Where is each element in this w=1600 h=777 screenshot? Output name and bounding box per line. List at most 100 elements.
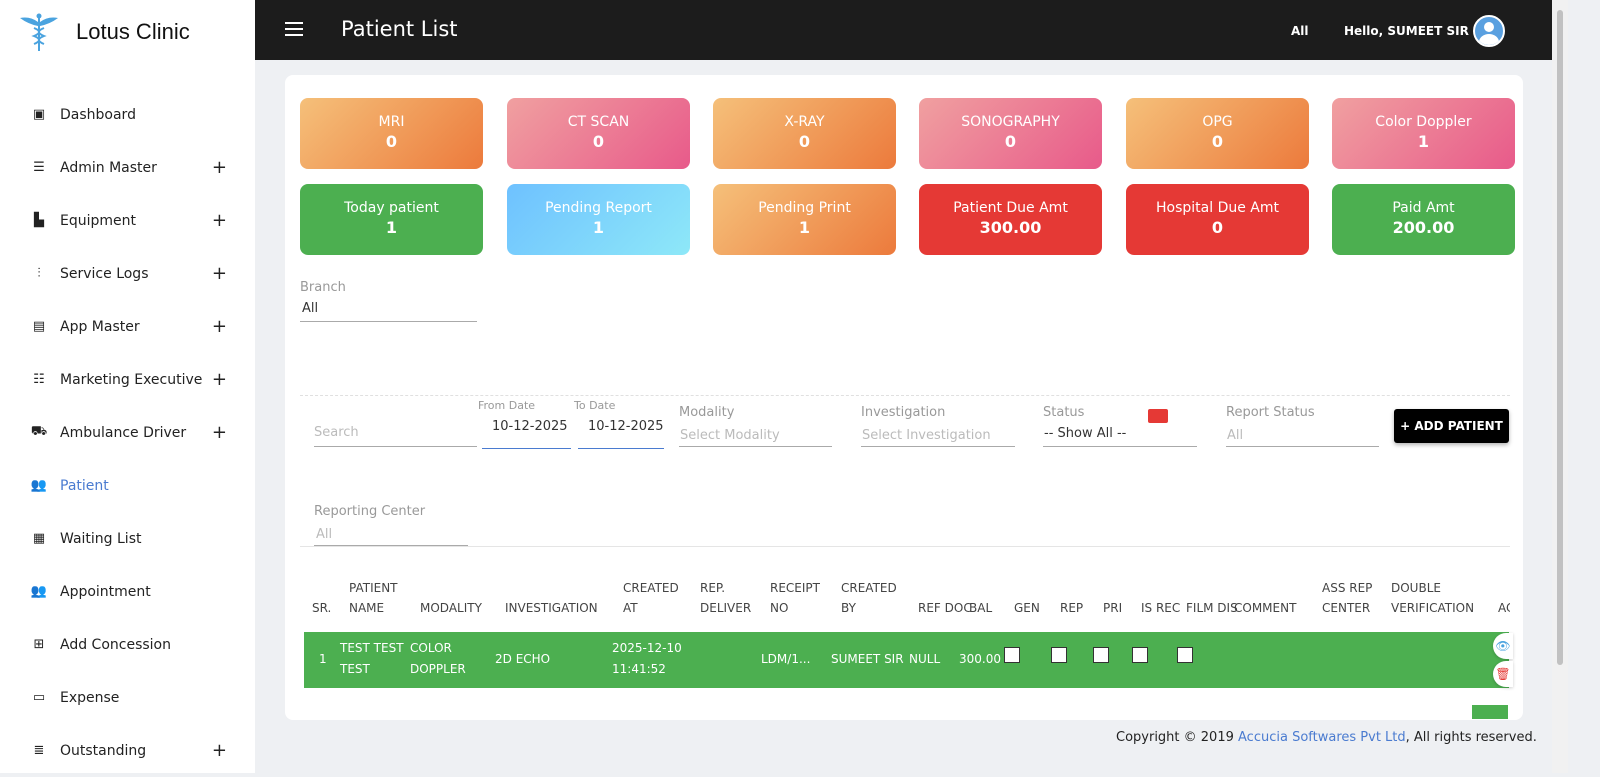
stat-value: 0 bbox=[1211, 218, 1224, 237]
branch-select[interactable]: All bbox=[300, 298, 477, 322]
sidebar-item-dashboard[interactable]: ▣ Dashboard bbox=[0, 88, 255, 141]
view-icon[interactable]: 👁 bbox=[1493, 633, 1513, 659]
stat-value: 200.00 bbox=[1392, 218, 1455, 237]
sidebar-item-expense[interactable]: ▭ Expense bbox=[0, 671, 255, 724]
rep-checkbox[interactable] bbox=[1051, 647, 1067, 663]
sidebar-item-patient[interactable]: 👥 Patient bbox=[0, 459, 255, 512]
column-header[interactable]: REP. DELIVER bbox=[700, 578, 762, 618]
ambulance-icon: ⛟ bbox=[30, 424, 48, 439]
stat-card-today-patient[interactable]: Today patient 1 bbox=[300, 184, 483, 255]
cell-modality: COLOR DOPPLER bbox=[410, 641, 466, 676]
sidebar-item-label: App Master bbox=[60, 318, 140, 335]
sidebar-item-equipment[interactable]: ▙ Equipment + bbox=[0, 194, 255, 247]
sidebar-item-outstanding[interactable]: ≣ Outstanding + bbox=[0, 724, 255, 777]
investigation-placeholder: Select Investigation bbox=[862, 428, 991, 443]
search-input[interactable]: Search bbox=[314, 422, 477, 447]
stat-card-opg[interactable]: OPG 0 bbox=[1126, 98, 1309, 169]
column-header[interactable]: REP bbox=[1060, 598, 1083, 618]
expand-icon[interactable]: + bbox=[212, 157, 227, 178]
calendar-icon: ▣ bbox=[32, 107, 46, 122]
column-header[interactable]: PATIENT NAME bbox=[349, 578, 411, 618]
stat-card-paid-amt[interactable]: Paid Amt 200.00 bbox=[1332, 184, 1515, 255]
column-header[interactable]: DOUBLE VERIFICATION bbox=[1391, 578, 1491, 618]
report-status-placeholder: All bbox=[1227, 428, 1244, 443]
column-header[interactable]: SR. bbox=[312, 598, 331, 618]
stat-label: Today patient bbox=[344, 200, 439, 216]
tasks-icon: ☷ bbox=[33, 372, 45, 387]
pri-checkbox[interactable] bbox=[1093, 647, 1109, 663]
stat-card-ct-scan[interactable]: CT SCAN 0 bbox=[507, 98, 690, 169]
company-link[interactable]: Accucia Softwares Pvt Ltd bbox=[1238, 730, 1406, 745]
stat-card-pending-report[interactable]: Pending Report 1 bbox=[507, 184, 690, 255]
status-label: Status bbox=[1043, 405, 1085, 420]
expand-icon[interactable]: + bbox=[212, 422, 227, 443]
list-icon: ☰ bbox=[33, 160, 45, 175]
column-header[interactable]: INVESTIGATION bbox=[505, 598, 598, 618]
user-avatar[interactable] bbox=[1473, 15, 1505, 47]
main-card bbox=[285, 75, 1523, 720]
column-header[interactable]: CREATED AT bbox=[623, 578, 685, 618]
column-header[interactable]: BAL bbox=[969, 598, 992, 618]
cell-sr: 1 bbox=[319, 652, 327, 666]
server-icon: ≣ bbox=[33, 743, 45, 758]
expand-icon[interactable]: + bbox=[212, 369, 227, 390]
sidebar-item-appointment[interactable]: 👥 Appointment bbox=[0, 565, 255, 618]
branch-selector[interactable]: All bbox=[1291, 24, 1309, 38]
to-date-input[interactable]: 10-12-2025 bbox=[578, 416, 664, 449]
sidebar-item-app-master[interactable]: ▤ App Master + bbox=[0, 300, 255, 353]
stat-value: 1 bbox=[385, 218, 398, 237]
from-date-input[interactable]: 10-12-2025 bbox=[482, 416, 571, 449]
status-value: -- Show All -- bbox=[1044, 426, 1127, 441]
is-rec-checkbox[interactable] bbox=[1132, 647, 1148, 663]
scrollbar[interactable] bbox=[1552, 0, 1568, 773]
stat-card-patient-due-amt[interactable]: Patient Due Amt 300.00 bbox=[919, 184, 1102, 255]
sidebar-item-waiting-list[interactable]: ▦ Waiting List bbox=[0, 512, 255, 565]
expand-icon[interactable]: + bbox=[212, 740, 227, 761]
stat-value: 1 bbox=[1417, 132, 1430, 151]
column-header[interactable]: RECEIPT NO bbox=[770, 578, 832, 618]
sidebar-item-marketing-executive[interactable]: ☷ Marketing Executive + bbox=[0, 353, 255, 406]
pagination-button[interactable] bbox=[1472, 705, 1508, 719]
modality-select[interactable]: Select Modality bbox=[679, 426, 832, 447]
menu-toggle-icon[interactable] bbox=[285, 22, 303, 36]
reporting-center-select[interactable]: All bbox=[314, 525, 468, 546]
sidebar-item-service-logs[interactable]: ⫶ Service Logs + bbox=[0, 247, 255, 300]
column-header[interactable]: COMMENT bbox=[1234, 598, 1296, 618]
column-header[interactable]: AC bbox=[1498, 598, 1510, 618]
logo[interactable]: Lotus Clinic bbox=[18, 12, 190, 52]
sidebar-item-ambulance-driver[interactable]: ⛟ Ambulance Driver + bbox=[0, 406, 255, 459]
column-header[interactable]: CREATED BY bbox=[841, 578, 903, 618]
column-header[interactable]: MODALITY bbox=[420, 598, 482, 618]
caduceus-icon bbox=[20, 13, 58, 51]
footer: Copyright © 2019 Accucia Softwares Pvt L… bbox=[1116, 730, 1537, 745]
stat-card-x-ray[interactable]: X-RAY 0 bbox=[713, 98, 896, 169]
stat-card-mri[interactable]: MRI 0 bbox=[300, 98, 483, 169]
cell-created-at: 2025-12-10 11:41:52 bbox=[612, 641, 682, 676]
stat-card-pending-print[interactable]: Pending Print 1 bbox=[713, 184, 896, 255]
column-header[interactable]: GEN bbox=[1014, 598, 1040, 618]
column-header[interactable]: ASS REP CENTER bbox=[1322, 578, 1384, 618]
add-patient-button[interactable]: + ADD PATIENT bbox=[1394, 409, 1509, 443]
users-icon: 👥 bbox=[30, 584, 48, 599]
sidebar-item-admin-master[interactable]: ☰ Admin Master + bbox=[0, 141, 255, 194]
gen-checkbox[interactable] bbox=[1004, 647, 1020, 663]
from-date-value: 10-12-2025 bbox=[492, 419, 568, 434]
scrollbar-thumb[interactable] bbox=[1557, 10, 1563, 665]
stat-card-sonography[interactable]: SONOGRAPHY 0 bbox=[919, 98, 1102, 169]
investigation-select[interactable]: Select Investigation bbox=[861, 426, 1015, 447]
expand-icon[interactable]: + bbox=[212, 263, 227, 284]
expand-icon[interactable]: + bbox=[212, 316, 227, 337]
report-status-select[interactable]: All bbox=[1226, 426, 1379, 447]
column-header[interactable]: PRI bbox=[1103, 598, 1122, 618]
expand-icon[interactable]: + bbox=[212, 210, 227, 231]
stat-card-color-doppler[interactable]: Color Doppler 1 bbox=[1332, 98, 1515, 169]
sidebar-item-add-concession[interactable]: ⊞ Add Concession bbox=[0, 618, 255, 671]
reporting-center-placeholder: All bbox=[316, 527, 333, 542]
stat-label: Patient Due Amt bbox=[953, 200, 1068, 216]
film-dis-checkbox[interactable] bbox=[1177, 647, 1193, 663]
user-greeting[interactable]: Hello, SUMEET SIR bbox=[1344, 24, 1469, 38]
delete-icon[interactable]: 🗑 bbox=[1493, 661, 1513, 687]
stat-card-hospital-due-amt[interactable]: Hospital Due Amt 0 bbox=[1126, 184, 1309, 255]
sidebar-item-label: Add Concession bbox=[60, 636, 171, 653]
status-select[interactable]: -- Show All -- bbox=[1043, 424, 1197, 447]
